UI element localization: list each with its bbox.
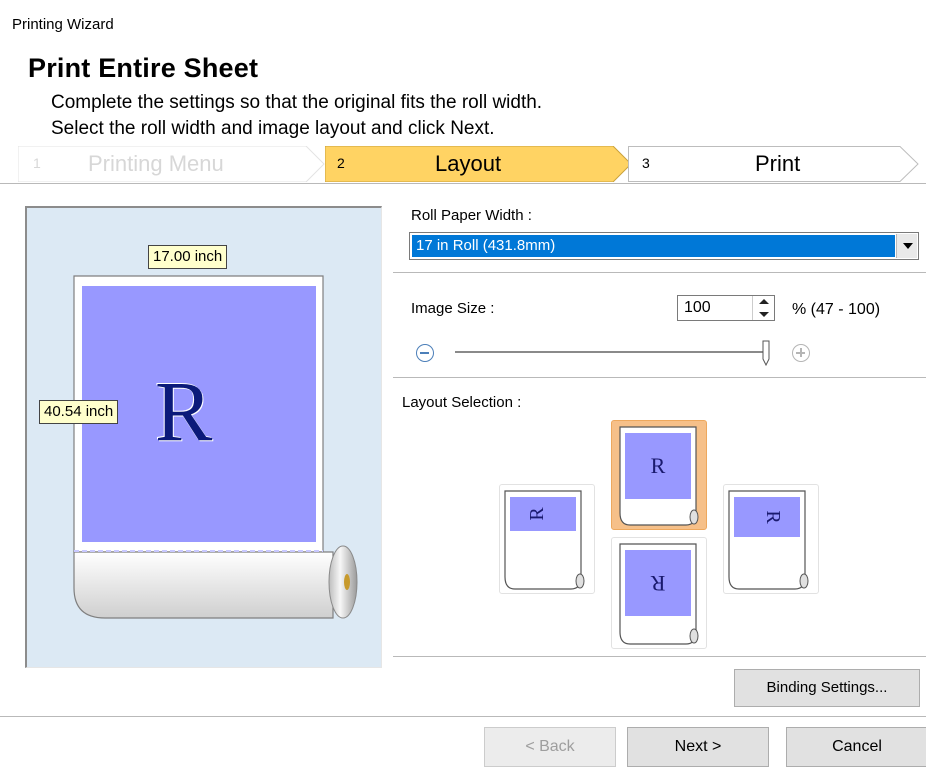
image-size-value: 100: [684, 299, 711, 316]
page-thumbnail: R: [619, 426, 699, 526]
zoom-out-icon[interactable]: [416, 344, 434, 362]
stepper-buttons: [752, 296, 774, 320]
binding-settings-button[interactable]: Binding Settings...: [734, 669, 920, 707]
roll-paper-width-label: Roll Paper Width :: [411, 207, 532, 224]
layout-preview: R 17.00 inch 40.54 inch: [25, 206, 382, 668]
slider-thumb[interactable]: [762, 340, 770, 366]
step-number: 3: [642, 155, 650, 171]
next-button[interactable]: Next >: [627, 727, 769, 767]
image-size-label: Image Size :: [411, 300, 495, 317]
layout-option-rotated-left[interactable]: R: [499, 484, 595, 594]
footer-divider: [0, 716, 926, 717]
wizard-steps: 1 Printing Menu 2 Layout 3 Print: [18, 146, 920, 182]
svg-text:R: R: [650, 571, 665, 596]
step-printing-menu: 1 Printing Menu: [18, 146, 328, 182]
page-title: Print Entire Sheet: [28, 53, 259, 83]
description-line-1: Complete the settings so that the origin…: [51, 92, 543, 113]
step-layout: 2 Layout: [325, 146, 635, 182]
section-divider: [393, 656, 926, 657]
header-divider: [0, 183, 926, 184]
height-dimension-label: 40.54 inch: [39, 400, 119, 424]
window-title: Printing Wizard: [12, 16, 114, 33]
description-line-2: Select the roll width and image layout a…: [51, 118, 495, 139]
section-divider: [393, 272, 926, 273]
stepper-down-icon[interactable]: [753, 308, 775, 320]
layout-option-upright[interactable]: R: [611, 420, 707, 530]
chevron-down-icon[interactable]: [896, 234, 917, 258]
roll-paper-width-value: 17 in Roll (431.8mm): [412, 235, 895, 257]
svg-text:R: R: [526, 507, 548, 521]
back-button[interactable]: < Back: [484, 727, 616, 767]
page-thumbnail: R: [728, 490, 809, 590]
image-size-range: % (47 - 100): [792, 301, 881, 318]
width-dimension-label: 17.00 inch: [148, 245, 228, 269]
zoom-in-icon[interactable]: [792, 344, 810, 362]
step-print: 3 Print: [628, 146, 920, 182]
step-label: Printing Menu: [88, 151, 224, 176]
layout-selection-label: Layout Selection :: [402, 394, 522, 411]
cancel-button[interactable]: Cancel: [786, 727, 926, 767]
step-number: 1: [33, 155, 41, 171]
roll-paper-width-select[interactable]: 17 in Roll (431.8mm): [409, 232, 919, 260]
svg-text:R: R: [651, 453, 666, 478]
layout-option-rotated-right[interactable]: R: [723, 484, 819, 594]
image-size-slider[interactable]: [455, 351, 763, 353]
layout-option-upside-down[interactable]: R: [611, 537, 707, 649]
page-letter-r: R: [155, 363, 213, 459]
stepper-up-icon[interactable]: [753, 296, 775, 308]
svg-text:R: R: [762, 510, 784, 524]
image-size-stepper[interactable]: 100: [677, 295, 775, 321]
page-thumbnail: R: [504, 490, 585, 590]
page-thumbnail: R: [619, 543, 699, 645]
step-label: Print: [755, 151, 801, 176]
section-divider: [393, 377, 926, 378]
step-number: 2: [337, 155, 345, 171]
step-label: Layout: [435, 151, 502, 176]
